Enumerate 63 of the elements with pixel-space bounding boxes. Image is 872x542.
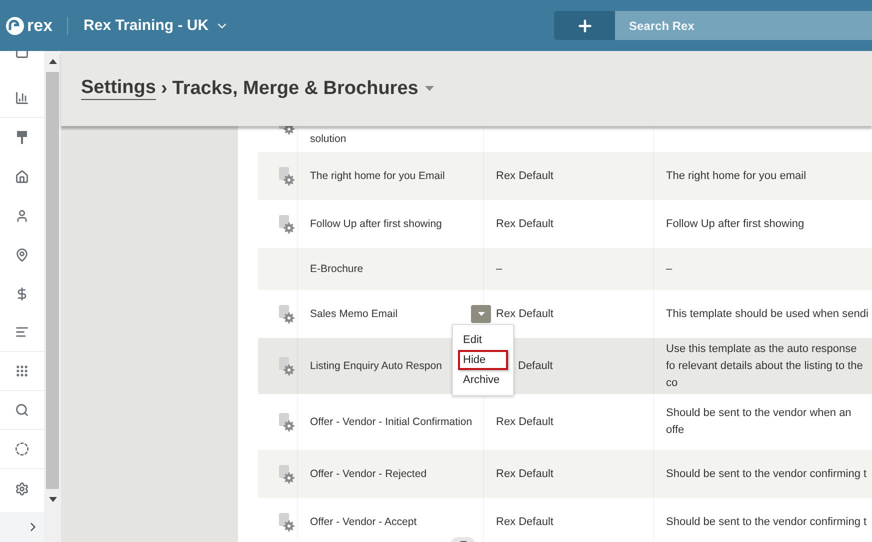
add-button[interactable] xyxy=(554,11,615,40)
creator-cell-text: Rex Default xyxy=(496,414,554,430)
row-menu-button[interactable] xyxy=(471,305,491,323)
description-cell-text: Use this template as the auto response fo relevant details about the listing to the co xyxy=(666,342,864,390)
menu-item[interactable]: Hide xyxy=(458,350,508,370)
description-cell-text: Follow Up after first showing xyxy=(666,216,806,232)
document-gear-icon xyxy=(278,304,294,324)
brand-name: rex xyxy=(27,16,53,36)
menu-item[interactable]: Archive xyxy=(458,370,508,390)
search-field[interactable]: Search Rex xyxy=(615,11,872,40)
template-name: solution xyxy=(310,132,348,147)
house-icon[interactable] xyxy=(15,170,29,184)
search-icon[interactable] xyxy=(15,403,29,417)
creator-cell-text: Rex Default xyxy=(496,168,554,184)
template-name: The right home for you Email xyxy=(310,168,446,184)
signboard-icon[interactable] xyxy=(17,131,27,144)
description-cell-text: Should be sent to the vendor when an offe xyxy=(666,406,852,438)
person-icon[interactable] xyxy=(15,208,29,222)
table-row[interactable]: E-Brochure – – xyxy=(258,248,872,290)
description-cell-text: Should be sent to the vendor confirming t xyxy=(666,466,868,482)
document-gear-icon xyxy=(278,214,294,234)
creator-cell-text: Rex Default xyxy=(496,306,554,322)
grid-icon[interactable] xyxy=(15,364,29,378)
creator-cell-text: – xyxy=(496,262,504,276)
account-switcher[interactable]: Rex Training - UK xyxy=(84,17,229,34)
caret-icon[interactable] xyxy=(425,86,434,91)
template-name: Offer - Vendor - Accept xyxy=(310,514,418,530)
plus-icon xyxy=(576,16,594,34)
page-title: Tracks, Merge & Brochures xyxy=(172,78,418,100)
description-cell-text: This template should be used when sendi xyxy=(666,306,870,322)
document-gear-icon xyxy=(278,512,294,532)
description-cell-text: – xyxy=(666,262,674,276)
template-name: Offer - Vendor - Initial Confirmation xyxy=(310,414,474,430)
scroll-up-icon[interactable] xyxy=(48,59,56,64)
description-cell-text: Should be sent to the vendor confirming t xyxy=(666,514,868,530)
document-gear-icon xyxy=(278,464,294,484)
template-name: E-Brochure xyxy=(310,262,364,276)
document-gear-icon xyxy=(278,356,294,376)
breadcrumb-separator: › xyxy=(160,78,168,100)
template-name: Sales Memo Email xyxy=(310,306,399,322)
lines-icon[interactable] xyxy=(15,325,29,339)
template-name: Follow Up after first showing xyxy=(310,216,443,232)
map-person-icon[interactable] xyxy=(15,248,29,262)
chart-icon[interactable] xyxy=(15,91,29,105)
breadcrumb-link[interactable]: Settings xyxy=(81,77,156,100)
dollar-icon[interactable] xyxy=(15,286,29,300)
document-gear-icon xyxy=(278,412,294,432)
template-name: Offer - Vendor - Rejected xyxy=(310,466,428,482)
scroll-down-icon[interactable] xyxy=(48,497,56,502)
circle-icon[interactable] xyxy=(15,442,29,456)
template-name: Listing Enquiry Auto Respon xyxy=(310,358,443,374)
scrollbar-thumb[interactable] xyxy=(46,72,59,489)
creator-cell-text: Rex Default xyxy=(496,216,554,232)
creator-cell-text: Rex Default xyxy=(496,466,554,482)
description-cell-text: The right home for you email xyxy=(666,168,808,184)
caret-icon xyxy=(478,312,484,316)
logo-icon xyxy=(6,16,24,34)
creator-cell-text: Default xyxy=(518,358,554,374)
document-gear-icon xyxy=(278,166,294,186)
settings-icon[interactable] xyxy=(15,482,29,496)
table-row[interactable]: The right home for you Email Rex Default The right home for you email xyxy=(258,152,872,200)
table-row[interactable]: Offer - Vendor - Rejected Rex Default Should be sent to the vendor confirming t xyxy=(258,450,872,498)
creator-cell-text: Rex Default xyxy=(496,514,554,530)
